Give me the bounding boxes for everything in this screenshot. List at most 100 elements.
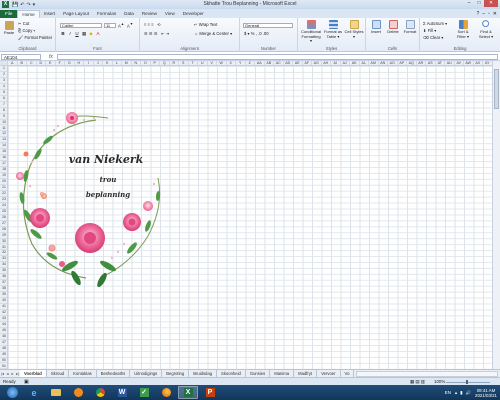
taskbar-firefox[interactable] — [156, 386, 176, 399]
sheet-tab-skroud[interactable]: Skroud — [47, 370, 70, 377]
number-label: Number — [261, 46, 276, 51]
shrink-font-icon[interactable]: A▼ — [127, 22, 133, 28]
fx-icon[interactable]: fx — [49, 54, 53, 60]
border-icon[interactable]: ▦ — [81, 31, 87, 36]
clear-button[interactable]: ⌫ Clear ▾ — [423, 35, 443, 40]
editing-label: Editing — [453, 46, 467, 51]
percent-button[interactable]: % — [251, 31, 255, 36]
tab-developer[interactable]: Developer — [179, 10, 208, 18]
ribbon-minimize-icon[interactable]: – — [482, 11, 485, 17]
zoom-slider[interactable] — [446, 381, 490, 383]
insert-cells-button[interactable]: Insert — [368, 20, 384, 35]
horizontal-align-buttons[interactable]: ☰ ☰ ☰ ⇤ ⇥ — [144, 31, 169, 36]
bold-button[interactable]: B — [60, 31, 66, 36]
cell-styles-button[interactable]: Cell Styles ▾ — [344, 20, 364, 39]
taskbar-green-app[interactable]: ✓ — [134, 386, 154, 399]
taskbar-media[interactable] — [68, 386, 88, 399]
close-button[interactable]: ✕ — [484, 0, 498, 7]
vertical-align-buttons[interactable]: ≡ ≡ ≡ ⟲ — [144, 22, 161, 27]
page-layout-view-icon[interactable]: ▤ — [415, 379, 419, 384]
tab-file[interactable]: File — [0, 10, 18, 18]
sheet-tab-manima[interactable]: Manima — [270, 370, 295, 377]
fill-color-icon[interactable]: ◆ — [88, 31, 94, 36]
grow-font-icon[interactable]: A▲ — [118, 22, 124, 28]
vertical-scrollbar[interactable] — [492, 61, 500, 369]
language-indicator[interactable]: EN — [445, 390, 451, 395]
number-format-combo[interactable]: General — [243, 23, 293, 28]
format-as-table-button[interactable]: Format as Table ▾ — [323, 20, 343, 39]
tray-arrow-icon[interactable]: ▴ — [455, 390, 457, 396]
sheet-tab-vo[interactable]: Vo — [341, 370, 355, 377]
zoom-slider-thumb[interactable] — [466, 380, 468, 384]
ribbon-controls: ? – ▫ ✕ — [476, 9, 500, 18]
sheet-tab-madfryt[interactable]: Madfryt — [294, 370, 318, 377]
network-icon[interactable]: ▮ — [460, 390, 462, 396]
currency-button[interactable]: $ — [244, 31, 246, 36]
taskbar-excel[interactable]: X — [178, 386, 198, 399]
page-break-view-icon[interactable]: ▥ — [421, 379, 425, 384]
delete-cells-button[interactable]: Delete — [385, 20, 401, 35]
wrap-text-button[interactable]: ↵ Wrap Text — [194, 22, 217, 27]
conditional-formatting-button[interactable]: Conditional Formatting ▾ — [300, 20, 322, 44]
cell-styles-label: Cell Styles ▾ — [344, 29, 364, 39]
formula-input[interactable] — [56, 53, 498, 60]
start-button[interactable] — [2, 386, 22, 399]
ribbon-close-icon[interactable]: ✕ — [493, 11, 497, 17]
taskbar-ie[interactable]: e — [24, 386, 44, 399]
tab-view[interactable]: View — [161, 10, 179, 18]
tab-formulas[interactable]: Formulas — [93, 10, 120, 18]
worksheet-grid[interactable] — [8, 66, 492, 369]
title-bar: X 💾 ↶ ↷ ▾ Skhatte Trou Beplanning - Micr… — [0, 0, 500, 9]
paste-button[interactable]: Paste — [2, 21, 16, 36]
scrollbar-thumb[interactable] — [494, 69, 499, 109]
font-name-combo[interactable]: Calibri — [60, 23, 102, 28]
normal-view-icon[interactable]: ▦ — [410, 379, 414, 384]
format-cells-button[interactable]: Format — [402, 20, 418, 35]
tab-data[interactable]: Data — [120, 10, 138, 18]
maximize-button[interactable]: □ — [474, 0, 484, 7]
minimize-button[interactable]: – — [464, 0, 474, 7]
tab-home[interactable]: Home — [17, 10, 40, 18]
taskbar-explorer[interactable] — [46, 386, 66, 399]
sheet-tab-bruidsdag[interactable]: Bruidsdag — [189, 370, 218, 377]
taskbar-powerpoint[interactable]: P — [200, 386, 220, 399]
format-painter-button[interactable]: 🖌 Format Painter — [18, 35, 52, 41]
ribbon-restore-icon[interactable]: ▫ — [488, 11, 490, 17]
sort-filter-button[interactable]: Sort & Filter ▾ — [453, 20, 473, 39]
horizontal-scrollbar[interactable] — [356, 370, 498, 377]
alignment-label: Alignment — [180, 46, 199, 51]
help-icon[interactable]: ? — [476, 11, 479, 17]
comma-button[interactable]: , — [256, 31, 257, 36]
tab-insert[interactable]: Insert — [40, 10, 60, 18]
taskbar-word[interactable]: W — [112, 386, 132, 399]
tab-page-layout[interactable]: Page Layout — [59, 10, 93, 18]
decrease-decimal-button[interactable]: .00 — [263, 31, 269, 36]
cut-button[interactable]: ✂ Cut — [18, 21, 29, 26]
volume-icon[interactable]: 🔊 — [466, 390, 471, 396]
sheet-tab-beshedeaths[interactable]: Beshedeaths — [97, 370, 131, 377]
find-select-button[interactable]: Find & Select ▾ — [475, 20, 497, 39]
eraser-icon: ⌫ — [423, 35, 429, 40]
underline-button[interactable]: U — [74, 31, 80, 36]
font-color-icon[interactable]: A — [95, 31, 101, 36]
autosum-button[interactable]: Σ AutoSum ▾ — [423, 21, 447, 26]
sheet-tab-uitnodigings[interactable]: Uitnodigings — [130, 370, 163, 377]
tab-review[interactable]: Review — [138, 10, 161, 18]
sheet-tab-kontaktas[interactable]: Kontaktas — [69, 370, 97, 377]
internet-explorer-icon: e — [31, 387, 37, 398]
sheet-tab-skoonheid[interactable]: Skoonheid — [217, 370, 246, 377]
sheet-tab-voorblad[interactable]: Voorblad — [20, 370, 47, 377]
cells-label: Cells — [387, 46, 398, 51]
italic-button[interactable]: I — [67, 31, 73, 36]
font-size-combo[interactable]: 11 — [104, 23, 116, 28]
taskbar-chrome[interactable] — [90, 386, 110, 399]
fill-button[interactable]: ⬇ Fill ▾ — [423, 28, 436, 33]
name-box[interactable]: AE104 — [1, 53, 41, 60]
clock[interactable]: 08:41 AM 2021/03/21 — [475, 388, 497, 398]
sheet-tab-gunsies[interactable]: Gunsies — [246, 370, 271, 377]
copy-button[interactable]: ⎘ Copy ▾ — [18, 28, 35, 33]
increase-decimal-button[interactable]: .0 — [258, 31, 262, 36]
sheet-tab-begroting[interactable]: Begroting — [162, 370, 190, 377]
sheet-tab-vervoer[interactable]: Vervoer — [317, 370, 341, 377]
merge-center-button[interactable]: ⇔ Merge & Center ▾ — [194, 31, 232, 36]
